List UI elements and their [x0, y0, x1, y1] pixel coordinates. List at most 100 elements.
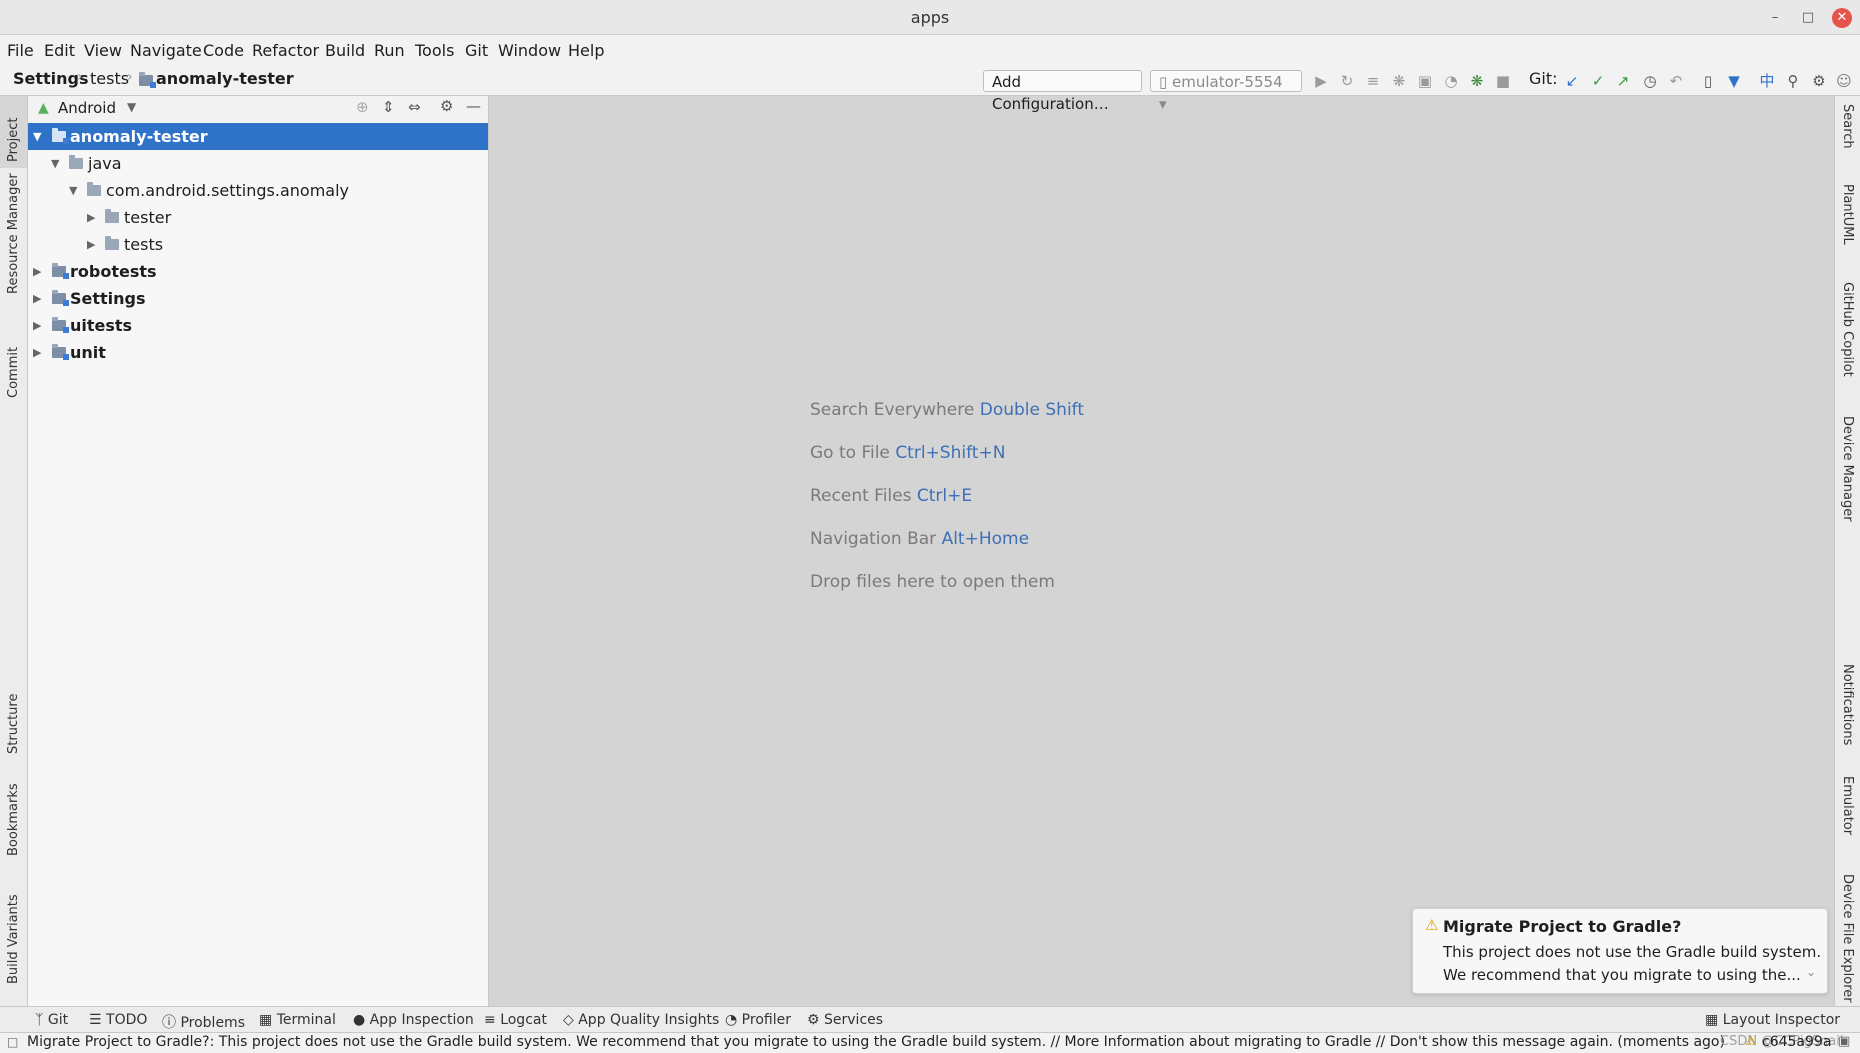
menu-refactor[interactable]: Refactor	[252, 41, 319, 60]
tab-notifications[interactable]: Notifications	[1840, 664, 1855, 745]
tab-todo[interactable]: ☰ TODO	[89, 1012, 147, 1028]
tab-structure[interactable]: Structure	[6, 694, 21, 754]
debug-icon[interactable]: ❋	[1389, 71, 1409, 91]
expand-icon[interactable]: ⌄	[1806, 965, 1816, 979]
tree-item-robotests[interactable]: ▶ robotests	[28, 258, 488, 285]
git-update-icon[interactable]: ↙	[1562, 71, 1582, 91]
device-selector[interactable]: ▯ emulator-5554 ▾	[1150, 70, 1302, 113]
chevron-right-icon[interactable]: ▶	[33, 285, 41, 312]
tab-device-manager[interactable]: Device Manager	[1840, 416, 1855, 522]
chevron-down-icon[interactable]: ▼	[69, 177, 77, 204]
tab-git[interactable]: ᛉ Git	[35, 1012, 68, 1028]
editor-area[interactable]: Search Everywhere Double Shift Go to Fil…	[489, 96, 1834, 1006]
translate-icon[interactable]: 中	[1757, 71, 1777, 91]
menu-file[interactable]: File	[7, 41, 34, 60]
chevron-right-icon[interactable]: ▶	[33, 339, 41, 366]
status-message[interactable]: Migrate Project to Gradle?: This project…	[27, 1034, 1725, 1050]
migrate-gradle-notification[interactable]: ⚠ Migrate Project to Gradle? This projec…	[1412, 908, 1828, 994]
run-icon[interactable]: ▶	[1311, 71, 1331, 91]
tab-github-copilot[interactable]: GitHub Copilot	[1840, 282, 1855, 377]
search-icon[interactable]: ⚲	[1783, 71, 1803, 91]
tree-item-java[interactable]: ▼ java	[28, 150, 488, 177]
status-panel-icon[interactable]: □	[7, 1035, 18, 1049]
tab-label: Problems	[180, 1015, 245, 1031]
gear-icon[interactable]: ⚙	[1809, 71, 1829, 91]
breadcrumb-tests[interactable]: tests	[90, 69, 129, 88]
tab-search[interactable]: Search	[1840, 104, 1855, 149]
tab-plantuml[interactable]: PlantUML	[1840, 184, 1855, 245]
apply-code-changes-icon[interactable]: ≡	[1363, 71, 1383, 91]
tree-item-settings[interactable]: ▶ Settings	[28, 285, 488, 312]
module-folder-icon	[52, 290, 69, 306]
attach-debugger-icon[interactable]: ❋	[1467, 71, 1487, 91]
tab-label: Layout Inspector	[1722, 1012, 1841, 1028]
tab-emulator[interactable]: Emulator	[1840, 776, 1855, 835]
chevron-down-icon[interactable]: ▼	[127, 100, 136, 114]
git-rollback-icon[interactable]: ↶	[1666, 71, 1686, 91]
tab-commit[interactable]: Commit	[6, 347, 21, 398]
tab-profiler[interactable]: ◔ Profiler	[725, 1012, 791, 1028]
tree-item-package[interactable]: ▼ com.android.settings.anomaly	[28, 177, 488, 204]
tab-project[interactable]: Project	[6, 118, 21, 162]
git-push-icon[interactable]: ↗	[1613, 71, 1633, 91]
close-icon[interactable]: ✕	[1832, 8, 1852, 28]
tab-services[interactable]: ⚙ Services	[807, 1012, 883, 1028]
sdk-manager-icon[interactable]: ▼	[1724, 71, 1744, 91]
tab-resource-manager[interactable]: Resource Manager	[6, 173, 21, 294]
git-commit-icon[interactable]: ✓	[1588, 71, 1608, 91]
menu-tools[interactable]: Tools	[415, 41, 454, 60]
tab-device-file-explorer[interactable]: Device File Explorer	[1840, 874, 1855, 1003]
chevron-right-icon[interactable]: ▶	[33, 258, 41, 285]
apply-changes-icon[interactable]: ↻	[1337, 71, 1357, 91]
tree-item-uitests[interactable]: ▶ uitests	[28, 312, 488, 339]
menu-edit[interactable]: Edit	[44, 41, 75, 60]
tree-item-anomaly-tester[interactable]: ▼ anomaly-tester	[28, 123, 488, 150]
menu-code[interactable]: Code	[203, 41, 244, 60]
locate-icon[interactable]: ⊕	[356, 98, 369, 116]
chevron-right-icon[interactable]: ▶	[87, 204, 95, 231]
tab-problems[interactable]: ⓘ Problems	[162, 1012, 245, 1032]
gear-icon[interactable]: ⚙	[440, 97, 453, 115]
tab-logcat[interactable]: ≡ Logcat	[484, 1012, 547, 1028]
expand-all-icon[interactable]: ⇕	[382, 98, 395, 116]
coverage-icon[interactable]: ▣	[1415, 71, 1435, 91]
git-commit-hash[interactable]: c645a99a	[1762, 1034, 1831, 1050]
add-configuration-button[interactable]: Add Configuration…	[983, 70, 1142, 113]
device-manager-icon[interactable]: ▯	[1698, 71, 1718, 91]
chevron-right-icon[interactable]: ▶	[87, 231, 95, 258]
tab-app-inspection[interactable]: ● App Inspection	[353, 1012, 474, 1028]
menu-run[interactable]: Run	[374, 41, 405, 60]
chevron-right-icon[interactable]: ▶	[33, 312, 41, 339]
minimize-panel-icon[interactable]: —	[466, 97, 481, 115]
tab-build-variants[interactable]: Build Variants	[6, 894, 21, 984]
tab-app-quality-insights[interactable]: ◇ App Quality Insights	[563, 1012, 719, 1028]
profile-icon[interactable]: ◔	[1441, 71, 1461, 91]
module-folder-icon	[139, 72, 156, 88]
menu-help[interactable]: Help	[568, 41, 604, 60]
tree-item-tester[interactable]: ▶ tester	[28, 204, 488, 231]
tree-item-unit[interactable]: ▶ unit	[28, 339, 488, 366]
maximize-icon[interactable]: □	[1798, 8, 1818, 28]
tree-item-label: tests	[124, 235, 164, 254]
git-history-icon[interactable]: ◷	[1640, 71, 1660, 91]
minimize-icon[interactable]: –	[1765, 8, 1785, 28]
chevron-down-icon[interactable]: ▼	[33, 123, 41, 150]
menu-navigate[interactable]: Navigate	[130, 41, 202, 60]
user-icon[interactable]: ☺	[1834, 71, 1854, 91]
menu-git[interactable]: Git	[465, 41, 488, 60]
collapse-all-icon[interactable]: ⇔	[408, 98, 421, 116]
tab-terminal[interactable]: ▦ Terminal	[259, 1012, 336, 1028]
stop-icon[interactable]: ■	[1493, 71, 1513, 91]
tab-layout-inspector[interactable]: ▦ Layout Inspector	[1705, 1012, 1840, 1028]
chevron-down-icon[interactable]: ▼	[51, 150, 59, 177]
menu-window[interactable]: Window	[498, 41, 561, 60]
tree-item-tests[interactable]: ▶ tests	[28, 231, 488, 258]
status-bar: □ Migrate Project to Gradle?: This proje…	[0, 1032, 1860, 1053]
project-view-selector[interactable]: Android	[58, 99, 116, 117]
breadcrumb-anomaly-tester[interactable]: anomaly-tester	[156, 69, 294, 88]
tab-bookmarks[interactable]: Bookmarks	[6, 783, 21, 856]
lock-icon[interactable]: ▣	[1838, 1034, 1850, 1049]
left-tool-strip: Project Resource Manager Commit Structur…	[0, 96, 28, 1006]
menu-build[interactable]: Build	[325, 41, 365, 60]
menu-view[interactable]: View	[84, 41, 122, 60]
